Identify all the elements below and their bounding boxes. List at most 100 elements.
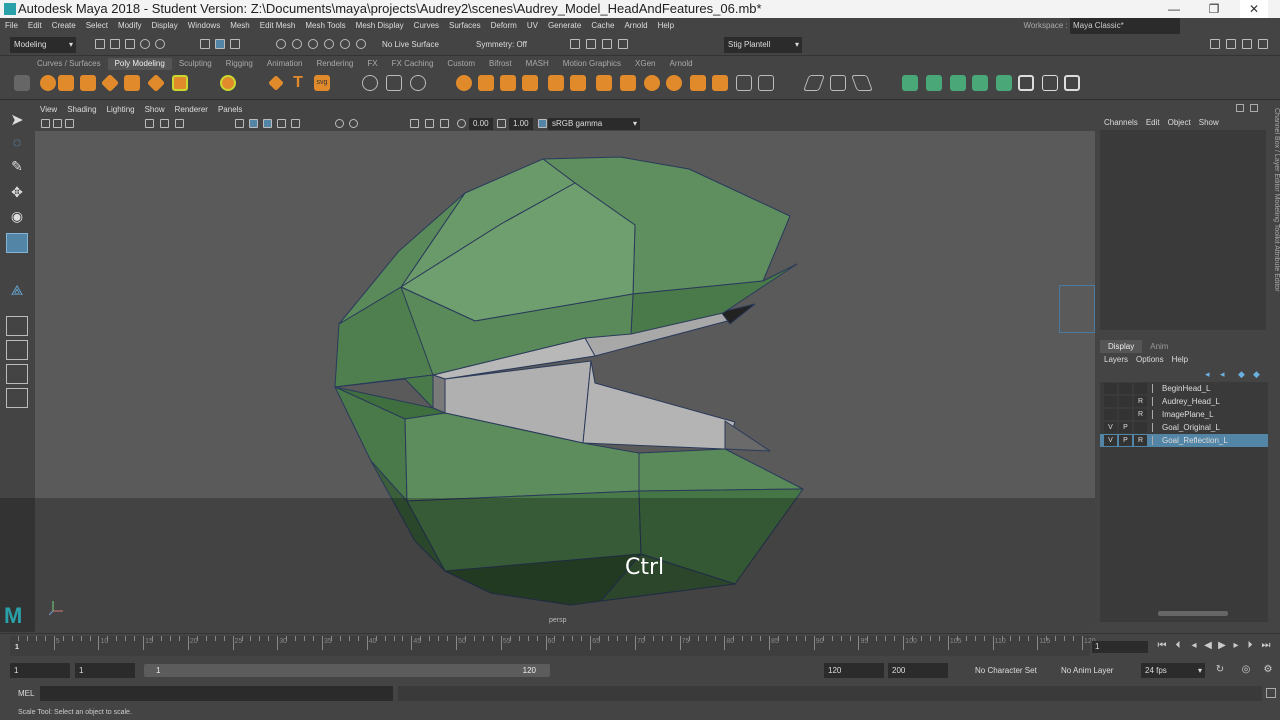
menu-edit-mesh[interactable]: Edit Mesh [255,18,301,34]
layer-color-swatch[interactable] [1152,397,1160,406]
layer-row[interactable]: V P Goal_Original_L [1100,421,1268,434]
insert-edge-loop-icon[interactable] [758,75,774,91]
film-gate-icon[interactable] [160,119,169,128]
anim-layer-dropdown[interactable]: No Anim Layer [1061,663,1113,679]
shelf-tab-mash[interactable]: MASH [519,58,556,70]
combine-icon[interactable] [362,75,378,91]
modeling-toolkit-icon[interactable] [1210,39,1220,49]
play-backwards-icon[interactable]: ◀ [1202,640,1214,652]
layer-display-type-toggle[interactable] [1134,383,1147,394]
scale-tool-icon[interactable] [6,233,28,253]
extrude-icon[interactable] [548,75,564,91]
panel-menu-shading[interactable]: Shading [62,103,101,117]
layer-row[interactable]: BeginHead_L [1100,382,1268,395]
menu-generate[interactable]: Generate [543,18,586,34]
channel-box-icon[interactable] [1236,104,1244,112]
symmetry-field[interactable]: Symmetry: Off [476,37,527,53]
menu-arnold[interactable]: Arnold [619,18,652,34]
shelf-tab-sculpting[interactable]: Sculpting [172,58,219,70]
playback-end-field[interactable]: 120 [824,663,884,678]
menu-file[interactable]: File [0,18,23,34]
image-plane-icon[interactable] [65,119,74,128]
attribute-editor-icon[interactable] [1226,39,1236,49]
workspace-dropdown[interactable]: Maya Classic* [1070,18,1180,34]
svg-icon[interactable]: svg [314,75,330,91]
shelf-tab-rigging[interactable]: Rigging [219,58,260,70]
user-account-dropdown[interactable]: Stig Plantell ▾ [724,37,802,53]
smooth-icon[interactable] [410,75,426,91]
menu-curves[interactable]: Curves [409,18,444,34]
rotate-tool-icon[interactable]: ◉ [6,208,28,228]
snap-grid-icon[interactable] [276,39,286,49]
shelf-tab-animation[interactable]: Animation [260,58,310,70]
shelf-menu-icon[interactable] [14,75,30,91]
channel-box-area[interactable] [1100,130,1266,330]
camera-attributes-icon[interactable] [41,119,50,128]
range-slider[interactable]: 1 120 [144,664,550,677]
menu-create[interactable]: Create [47,18,81,34]
shelf-tab-arnold[interactable]: Arnold [663,58,700,70]
ipr-render-icon[interactable] [586,39,596,49]
move-tool-icon[interactable]: ✥ [6,184,28,204]
fill-hole-icon[interactable] [596,75,612,91]
shelf-tab-bifrost[interactable]: Bifrost [482,58,519,70]
select-hierarchy-icon[interactable] [200,39,210,49]
step-forward-key-icon[interactable]: ⏵ [1244,640,1256,652]
anti-aliasing-icon[interactable] [425,119,434,128]
render-frame-icon[interactable] [570,39,580,49]
layer-display-type-toggle[interactable]: R [1134,435,1147,446]
four-view-layout-icon[interactable] [6,340,28,360]
animation-start-field[interactable]: 1 [10,663,70,678]
shelf-tab-fx[interactable]: FX [360,58,384,70]
shelf-tab-xgen[interactable]: XGen [628,58,662,70]
bevel-icon[interactable] [570,75,586,91]
maximize-button[interactable]: ❐ [1200,0,1228,18]
cylindrical-map-icon[interactable] [972,75,988,91]
menu-help[interactable]: Help [653,18,679,34]
shelf-tab-fx-caching[interactable]: FX Caching [385,58,441,70]
wireframe-icon[interactable] [235,119,244,128]
textured-icon[interactable] [277,119,286,128]
pin-icon[interactable] [1250,104,1258,112]
new-scene-icon[interactable] [95,39,105,49]
panel-menu-renderer[interactable]: Renderer [170,103,213,117]
poly-type-icon[interactable]: T [290,75,306,91]
target-weld-icon[interactable] [644,75,660,91]
play-forwards-icon[interactable]: ▶ [1216,640,1228,652]
outliner-icon[interactable] [6,388,28,408]
live-surface-field[interactable]: No Live Surface [382,37,439,53]
layer-visibility-toggle[interactable] [1104,409,1117,420]
persp-outliner-layout-icon[interactable] [6,364,28,384]
preferences-icon[interactable]: ⚙ [1262,664,1274,676]
save-scene-icon[interactable] [125,39,135,49]
platonic-solid-icon[interactable] [220,75,236,91]
layer-visibility-toggle[interactable] [1104,396,1117,407]
panel-menu-view[interactable]: View [35,103,62,117]
select-component-icon[interactable] [230,39,240,49]
depth-of-field-icon[interactable] [440,119,449,128]
redo-icon[interactable] [155,39,165,49]
fps-dropdown[interactable]: 24 fps ▾ [1141,663,1205,678]
new-layer-selected-icon[interactable]: ◆ [1253,369,1260,380]
menu-windows[interactable]: Windows [183,18,225,34]
checker-icon[interactable] [1018,75,1034,91]
mirror-icon[interactable] [478,75,494,91]
smooth-shade-icon[interactable] [249,119,258,128]
wireframe-on-shaded-icon[interactable] [263,119,272,128]
channels-object-menu[interactable]: Object [1164,116,1195,130]
hypershade-icon[interactable] [618,39,628,49]
snap-view-icon[interactable] [324,39,334,49]
view-cube-frame[interactable] [1059,285,1095,333]
layers-options-menu[interactable]: Options [1132,353,1168,366]
shelf-tab-motion-graphics[interactable]: Motion Graphics [556,58,628,70]
color-management-icon[interactable] [538,119,547,128]
panel-menu-panels[interactable]: Panels [213,103,247,117]
script-language-toggle[interactable]: MEL [18,689,34,698]
minimize-button[interactable]: — [1160,0,1188,18]
channels-menu[interactable]: Channels [1100,116,1142,130]
collapse-icon[interactable] [666,75,682,91]
render-settings-icon[interactable] [602,39,612,49]
auto-key-icon[interactable]: ◎ [1240,664,1252,676]
resolution-gate-icon[interactable] [175,119,184,128]
layer-playback-toggle[interactable] [1119,396,1132,407]
